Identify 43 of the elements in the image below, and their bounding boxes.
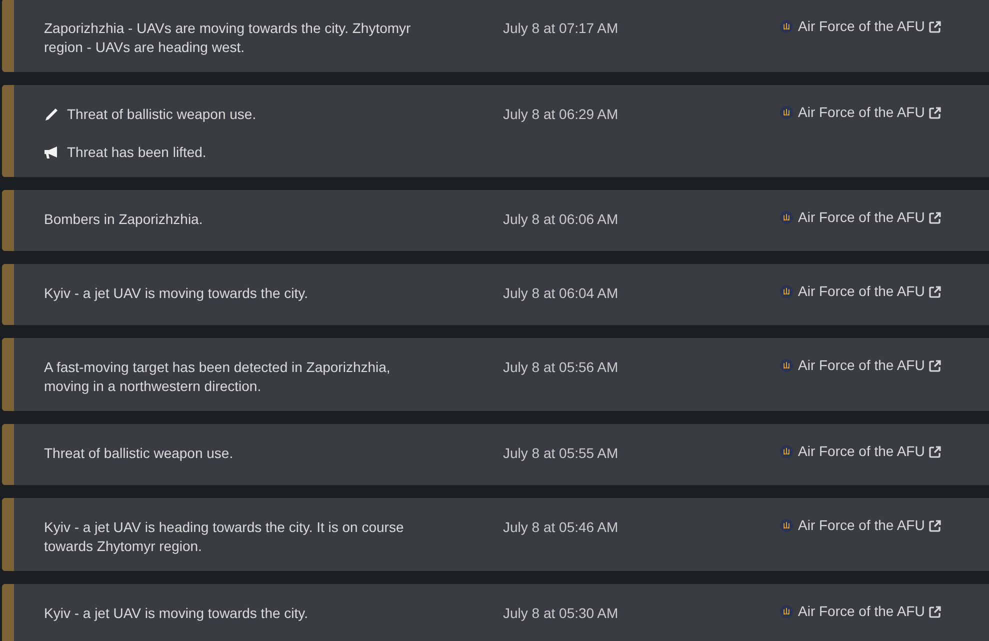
alert-message: Bombers in Zaporizhzhia. [44, 210, 203, 229]
source-link[interactable]: Air Force of the AFU [798, 282, 941, 301]
alert-message: Zaporizhzhia - UAVs are moving towards the city. Zhytomyr region - UAVs are heading west. [44, 19, 412, 57]
source-link[interactable]: Air Force of the AFU [798, 516, 941, 535]
alert-message: Threat has been lifted. [67, 143, 206, 162]
source-link[interactable]: Air Force of the AFU [798, 17, 941, 36]
external-link-icon [928, 20, 941, 32]
alert-message: Threat of ballistic weapon use. [67, 105, 256, 124]
alert-message: Kyiv - a jet UAV is moving towards the city. [44, 284, 308, 303]
trident-emblem-icon [780, 605, 793, 618]
alert-time: July 8 at 05:56 AM [503, 358, 620, 377]
trident-emblem-icon [780, 211, 793, 224]
external-link-icon [928, 446, 941, 458]
alert-time: July 8 at 05:46 AM [503, 518, 620, 537]
alert-message: Kyiv - a jet UAV is moving towards the city. [44, 604, 308, 623]
source-link[interactable]: Air Force of the AFU [798, 602, 941, 621]
external-link-icon [928, 212, 941, 224]
external-link-icon [928, 106, 941, 118]
alert-message: A fast-moving target has been detected in Zaporizhzhia, moving in a northwestern direction. [44, 358, 392, 396]
trident-emblem-icon [780, 285, 793, 298]
trident-emblem-icon [780, 519, 793, 532]
source-link[interactable]: Air Force of the AFU [798, 103, 941, 122]
source-link[interactable]: Air Force of the AFU [798, 442, 941, 461]
external-link-icon [928, 286, 941, 298]
megaphone-icon [44, 146, 59, 159]
source-link[interactable]: Air Force of the AFU [798, 208, 941, 227]
alert-message: Threat of ballistic weapon use. [44, 444, 234, 463]
external-link-icon [928, 360, 941, 372]
alert-time: July 8 at 05:30 AM [503, 604, 620, 623]
trident-emblem-icon [780, 445, 793, 458]
alert-time: July 8 at 07:17 AM [503, 19, 620, 38]
trident-emblem-icon [780, 20, 793, 33]
pencil-icon [44, 107, 59, 122]
source-link[interactable]: Air Force of the AFU [798, 356, 941, 375]
trident-emblem-icon [780, 359, 793, 372]
alert-time: July 8 at 06:29 AM [503, 105, 620, 124]
external-link-icon [928, 606, 941, 618]
trident-emblem-icon [780, 106, 793, 119]
alert-message: Kyiv - a jet UAV is heading towards the city. It is on course towards Zhytomyr region. [44, 518, 405, 556]
alert-time: July 8 at 05:55 AM [503, 444, 620, 463]
alert-time: July 8 at 06:04 AM [503, 284, 620, 303]
alert-time: July 8 at 06:06 AM [503, 210, 620, 229]
external-link-icon [928, 520, 941, 532]
